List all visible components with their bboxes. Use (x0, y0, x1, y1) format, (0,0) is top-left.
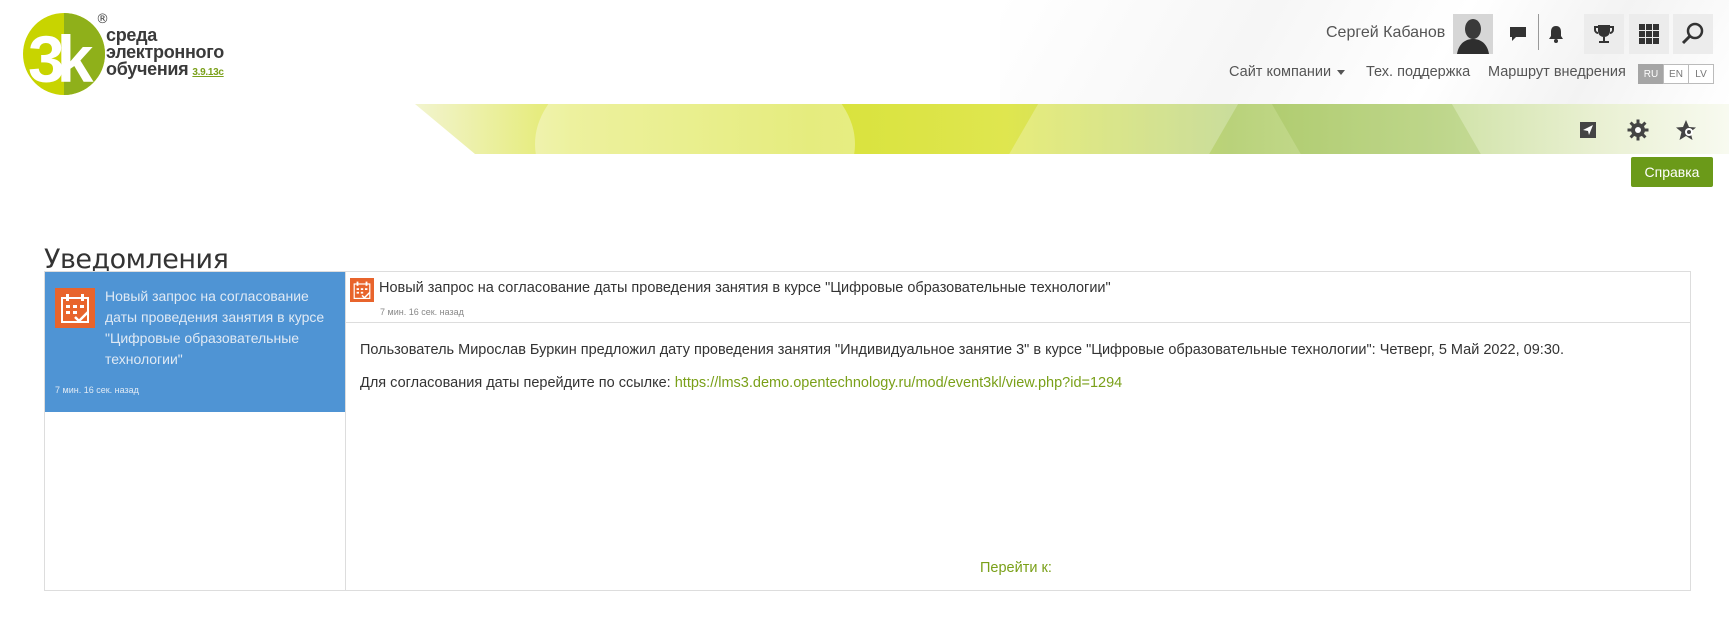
calendar-event-icon (350, 278, 374, 302)
avatar[interactable] (1453, 14, 1493, 54)
svg-text:3k: 3k (28, 22, 94, 96)
apps-button[interactable] (1629, 14, 1669, 54)
notification-detail-title: Новый запрос на согласование даты провед… (379, 280, 1111, 296)
banner-shape (1260, 104, 1510, 154)
banner-shape (535, 104, 855, 154)
search-icon (1681, 22, 1704, 45)
notifications-panel: Новый запрос на согласование даты провед… (44, 271, 1691, 591)
notification-link-line: Для согласования даты перейдите по ссылк… (360, 373, 1564, 393)
header-banner (415, 104, 1729, 154)
logo-text: среда электронного обучения 3.9.13c (106, 26, 224, 81)
user-name[interactable]: Сергей Кабанов (1326, 24, 1445, 42)
site-logo[interactable]: 3k ® среда электронного обучения 3.9.13c (22, 12, 242, 96)
logo-mark-icon: 3k (23, 13, 105, 96)
banner-shape (968, 104, 1262, 154)
notification-list-item-title: Новый запрос на согласование даты провед… (105, 288, 325, 367)
search-button[interactable] (1673, 14, 1713, 54)
trophy-icon (1594, 25, 1614, 43)
achievements-button[interactable] (1584, 14, 1624, 54)
notification-list-item-selected[interactable]: Новый запрос на согласование даты провед… (45, 272, 345, 412)
version-link[interactable]: 3.9.13c (192, 67, 224, 78)
event-link[interactable]: https://lms3.demo.opentechnology.ru/mod/… (675, 375, 1123, 391)
messages-icon (1510, 27, 1526, 41)
notification-detail-header: Новый запрос на согласование даты провед… (345, 272, 1690, 323)
notifications-button[interactable] (1536, 14, 1576, 54)
avatar-silhouette-icon (1453, 14, 1493, 54)
lang-ru[interactable]: RU (1638, 64, 1664, 84)
company-site-label: Сайт компании (1229, 64, 1332, 80)
support-link[interactable]: Тех. поддержка (1366, 64, 1470, 80)
notification-body-text: Пользователь Мирослав Буркин предложил д… (360, 342, 1564, 358)
route-link[interactable]: Маршрут внедрения (1488, 64, 1626, 80)
notification-detail-body: Пользователь Мирослав Буркин предложил д… (360, 340, 1564, 406)
messages-button[interactable] (1498, 14, 1538, 54)
notification-detail-time: 7 мин. 16 сек. назад (380, 307, 464, 317)
admin-favorites-button[interactable] (1674, 118, 1698, 142)
lang-lv[interactable]: LV (1688, 64, 1714, 84)
star-admin-icon (1676, 120, 1696, 140)
apps-grid-icon (1639, 24, 1659, 44)
lang-en[interactable]: EN (1663, 64, 1689, 84)
gear-icon (1627, 119, 1649, 141)
company-site-dropdown[interactable]: Сайт компании (1229, 64, 1346, 80)
language-switcher: RU EN LV (1638, 64, 1714, 84)
notification-list-item-time: 7 мин. 16 сек. назад (55, 385, 139, 395)
send-button[interactable] (1576, 118, 1600, 142)
help-button[interactable]: Справка (1631, 157, 1713, 187)
calendar-event-icon (55, 288, 95, 328)
caret-down-icon (1337, 69, 1346, 75)
notification-detail: Новый запрос на согласование даты провед… (345, 272, 1690, 590)
notification-link-prefix: Для согласования даты перейдите по ссылк… (360, 375, 675, 391)
bell-icon (1549, 26, 1563, 43)
notification-list: Новый запрос на согласование даты провед… (45, 272, 346, 590)
logo-line-3: обучения (106, 59, 189, 79)
goto-link[interactable]: Перейти к: (980, 560, 1052, 576)
settings-button[interactable] (1626, 118, 1650, 142)
send-icon (1580, 122, 1596, 138)
